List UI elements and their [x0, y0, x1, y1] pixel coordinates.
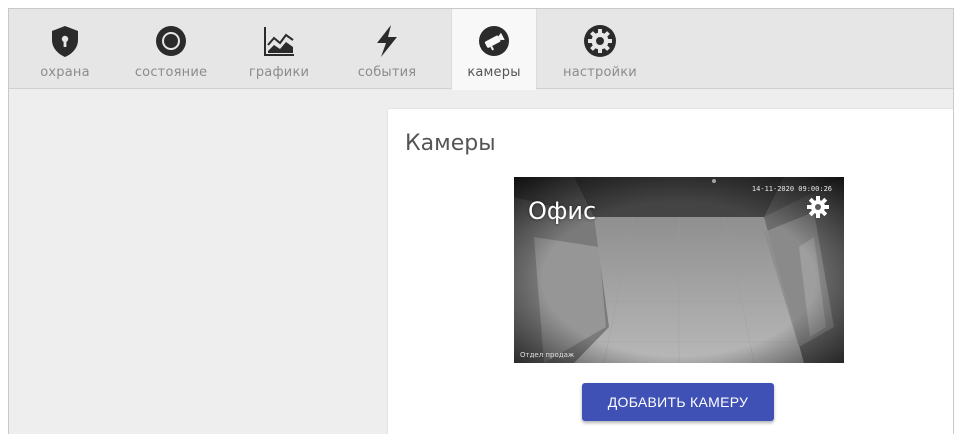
tab-settings[interactable]: настройки: [555, 9, 645, 89]
tab-label: графики: [248, 65, 310, 80]
camera-name: Офис: [528, 197, 597, 225]
tab-label: настройки: [563, 65, 637, 80]
camera-icon: [476, 23, 512, 59]
tab-status[interactable]: состояние: [125, 9, 217, 89]
tab-charts[interactable]: графики: [241, 9, 317, 89]
tab-label: события: [357, 65, 417, 80]
cameras-panel: Камеры 14-11-2020 09:00:26 Офис Отдел пр…: [388, 109, 953, 434]
tab-bar: охрана состояние графики события камеры …: [9, 9, 953, 90]
lightning-icon: [369, 23, 405, 59]
add-camera-button[interactable]: ДОБАВИТЬ КАМЕРУ: [582, 383, 774, 421]
app-window: охрана состояние графики события камеры …: [8, 8, 954, 434]
camera-timestamp: 14-11-2020 09:00:26: [751, 185, 832, 193]
tab-label: состояние: [134, 65, 208, 80]
page-title: Камеры: [405, 131, 496, 156]
tab-label: охрана: [40, 65, 90, 80]
gear-icon: [582, 23, 618, 59]
camera-overlay-label: Отдел продаж: [520, 351, 575, 359]
tab-security[interactable]: охрана: [23, 9, 107, 89]
gear-icon[interactable]: [806, 195, 830, 219]
camera-preview[interactable]: 14-11-2020 09:00:26 Офис Отдел продаж: [514, 177, 844, 363]
ring-icon: [153, 23, 189, 59]
chart-icon: [261, 23, 297, 59]
tab-label: камеры: [467, 65, 521, 80]
tab-events[interactable]: события: [347, 9, 427, 89]
shield-icon: [47, 23, 83, 59]
tab-cameras[interactable]: камеры: [451, 9, 537, 90]
